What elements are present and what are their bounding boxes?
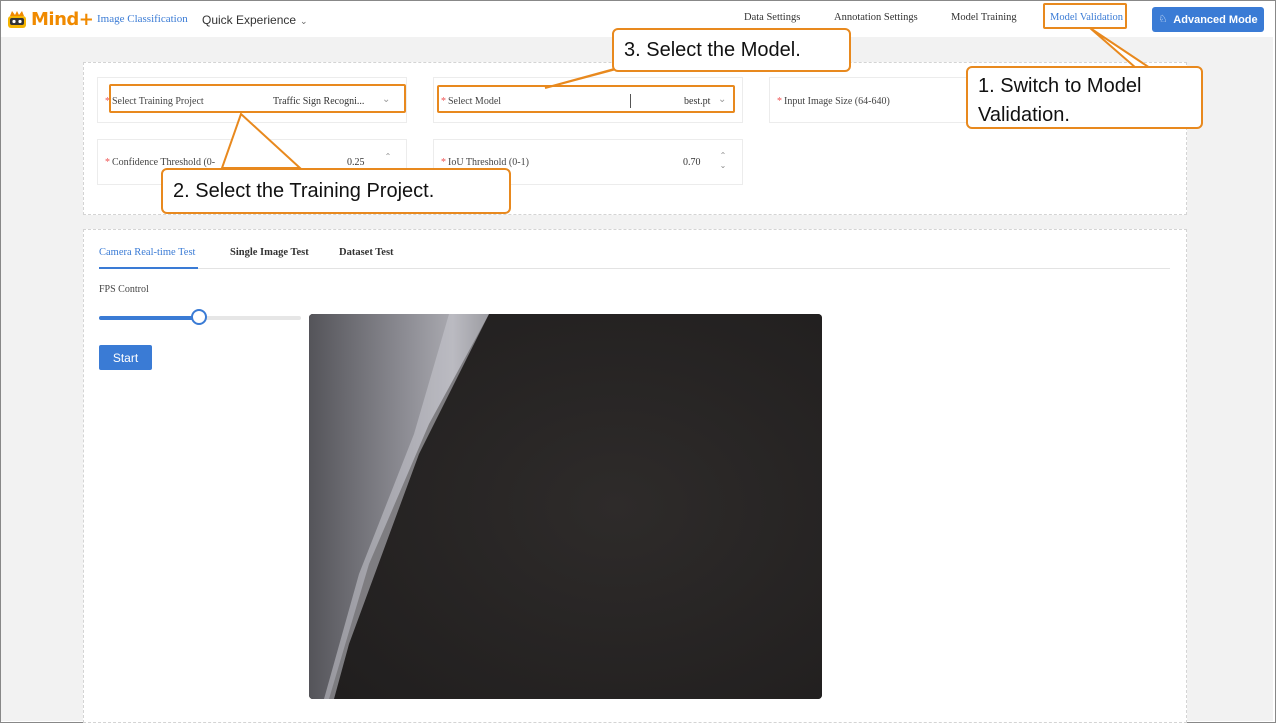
increment-icon[interactable]: ⌃ xyxy=(718,151,728,161)
input-size-label: * Input Image Size (64-640) xyxy=(777,96,890,107)
iou-label: * IoU Threshold (0-1) xyxy=(441,157,529,168)
nav-data-settings[interactable]: Data Settings xyxy=(744,12,800,23)
fps-slider-fill xyxy=(99,316,200,320)
confidence-value: 0.25 xyxy=(347,157,365,168)
callout-step-1: 1. Switch to Model Validation. xyxy=(966,66,1203,129)
highlight-training-project xyxy=(109,84,406,113)
increment-icon[interactable]: ⌃ xyxy=(383,152,393,162)
tab-single-image-test[interactable]: Single Image Test xyxy=(230,247,309,258)
wand-icon: ♘ xyxy=(1158,14,1168,25)
confidence-label: * Confidence Threshold (0- xyxy=(105,157,216,168)
app-logo[interactable]: Mind+ xyxy=(7,9,94,30)
decrement-icon[interactable]: ⌄ xyxy=(718,161,728,171)
iou-value: 0.70 xyxy=(683,157,701,168)
highlight-model-validation xyxy=(1043,3,1127,29)
advanced-mode-button[interactable]: ♘ Advanced Mode xyxy=(1152,7,1264,32)
logo-text: Mind+ xyxy=(31,9,94,30)
callout-step-3: 3. Select the Model. xyxy=(612,28,851,72)
tab-divider xyxy=(99,268,1170,269)
chevron-down-icon: ⌄ xyxy=(300,16,308,26)
tab-camera-realtime-test[interactable]: Camera Real-time Test xyxy=(99,247,195,258)
nav-model-training[interactable]: Model Training xyxy=(951,12,1017,23)
input-size-field[interactable]: * Input Image Size (64-640) xyxy=(769,77,999,123)
highlight-select-model xyxy=(437,85,735,113)
fps-slider-handle[interactable] xyxy=(191,309,207,325)
start-button[interactable]: Start xyxy=(99,345,152,370)
nav-quick-experience[interactable]: Quick Experience ⌄ xyxy=(202,13,308,27)
active-tab-indicator xyxy=(99,267,198,269)
mind-plus-logo-icon xyxy=(7,10,27,29)
advanced-mode-label: Advanced Mode xyxy=(1173,13,1258,26)
nav-image-classification[interactable]: Image Classification xyxy=(97,13,188,25)
callout-step-2: 2. Select the Training Project. xyxy=(161,168,511,214)
nav-annotation-settings[interactable]: Annotation Settings xyxy=(834,12,918,23)
nav-quick-experience-label: Quick Experience xyxy=(202,13,297,27)
camera-preview xyxy=(309,314,822,699)
fps-control-label: FPS Control xyxy=(99,284,149,295)
tab-dataset-test[interactable]: Dataset Test xyxy=(339,247,394,258)
